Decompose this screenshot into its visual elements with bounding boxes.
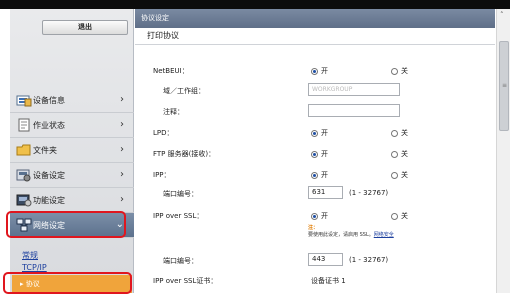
radio-empty-icon: [391, 67, 398, 75]
sidebar-item-network-settings[interactable]: 网络设定 ⌄: [10, 213, 134, 238]
ipp-ssl-cert-label: IPP over SSL证书：: [153, 277, 218, 285]
submenu-protocol-active[interactable]: ▸ 协议: [12, 275, 132, 293]
folder-icon: [16, 143, 32, 157]
main-panel: 协议设定 打印协议 NetBEUI： 开 关 域／工作组： WORKGROUP …: [135, 9, 495, 293]
ftp-on-radio[interactable]: 开: [311, 149, 328, 159]
chevron-down-icon: ⌄: [115, 219, 124, 230]
ipp-port-input[interactable]: 631: [308, 186, 343, 199]
row-ipp-ssl-cert: IPP over SSL证书： 设备证书 1: [135, 273, 495, 291]
job-status-icon: [16, 118, 32, 132]
chevron-right-icon: ›: [120, 144, 124, 155]
row-lpd: LPD： 开 关: [135, 125, 495, 143]
row-ftp: FTP 服务器(接收)： 开 关: [135, 146, 495, 164]
ipp-ssl-cert-value: 设备证书 1: [311, 277, 346, 285]
chevron-right-icon: ›: [120, 119, 124, 130]
domain-input[interactable]: WORKGROUP: [308, 83, 400, 96]
section-title: 打印协议: [135, 28, 495, 45]
sidebar-item-label: 文件夹: [33, 145, 57, 155]
ftp-label: FTP 服务器(接收)：: [153, 150, 216, 158]
sidebar-item-function-settings[interactable]: 功能设定 ›: [10, 188, 134, 213]
submenu-protocol-label: 协议: [25, 280, 40, 288]
ipp-label: IPP：: [153, 171, 171, 179]
sidebar-item-label: 设备设定: [33, 170, 65, 180]
ipp-ssl-port-input[interactable]: 443: [308, 253, 343, 266]
row-ipp: IPP： 开 关: [135, 167, 495, 185]
row-comment: 注释：: [135, 104, 495, 122]
row-netbeui: NetBEUI： 开 关: [135, 63, 495, 81]
radio-selected-icon: [311, 67, 318, 75]
row-ipp-ssl-port: 端口编号： 443 (1 - 32767): [135, 253, 495, 271]
radio-selected-icon: [311, 129, 318, 137]
left-margin: [0, 9, 10, 293]
ipp-on-radio[interactable]: 开: [311, 170, 328, 180]
scroll-thumb[interactable]: ≡: [499, 41, 509, 131]
lpd-off-radio[interactable]: 关: [391, 128, 408, 138]
device-settings-icon: [16, 168, 32, 182]
radio-selected-icon: [311, 150, 318, 158]
submenu-general-link[interactable]: 常规: [10, 250, 134, 263]
page-title: 协议设定: [135, 9, 495, 28]
radio-empty-icon: [391, 171, 398, 179]
function-settings-icon: [16, 193, 32, 207]
domain-label: 域／工作组：: [163, 87, 205, 95]
radio-empty-icon: [391, 150, 398, 158]
radio-empty-icon: [391, 129, 398, 137]
network-submenu: 常规 TCP/IP: [10, 250, 134, 276]
comment-label: 注释：: [163, 108, 184, 116]
sidebar-item-label: 网络设定: [33, 220, 65, 230]
row-domain: 域／工作组： WORKGROUP: [135, 83, 495, 101]
netbeui-on-radio[interactable]: 开: [311, 66, 328, 76]
network-settings-icon: [16, 218, 32, 232]
ipp-ssl-note: 注： 要使用此设定，请启用 SSL。网络安全: [308, 224, 394, 238]
top-bar: [0, 0, 510, 9]
sidebar-item-folder[interactable]: 文件夹 ›: [10, 138, 134, 163]
ipp-port-range: (1 - 32767): [349, 189, 389, 197]
netbeui-off-radio[interactable]: 关: [391, 66, 408, 76]
sidebar-item-device-info[interactable]: 设备信息 ›: [10, 88, 134, 113]
device-info-icon: [16, 93, 32, 107]
lpd-on-radio[interactable]: 开: [311, 128, 328, 138]
network-security-link[interactable]: 网络安全: [374, 232, 394, 238]
ipp-ssl-port-label: 端口编号：: [163, 257, 198, 265]
logout-button[interactable]: 退出: [42, 20, 128, 35]
chevron-right-icon: ›: [120, 94, 124, 105]
row-ipp-port: 端口编号： 631 (1 - 32767): [135, 186, 495, 204]
note-prefix: 注：: [308, 225, 319, 231]
chevron-right-icon: ›: [120, 169, 124, 180]
vertical-scrollbar[interactable]: ˄ ≡: [496, 9, 510, 293]
radio-selected-icon: [311, 212, 318, 220]
logout-area: 退出: [10, 9, 134, 47]
ipp-port-label: 端口编号：: [163, 190, 198, 198]
lpd-label: LPD：: [153, 129, 174, 137]
ipp-ssl-on-radio[interactable]: 开: [311, 211, 328, 221]
note-text: 要使用此设定，请启用 SSL。: [308, 232, 374, 238]
ipp-off-radio[interactable]: 关: [391, 170, 408, 180]
radio-selected-icon: [311, 171, 318, 179]
ipp-ssl-off-radio[interactable]: 关: [391, 211, 408, 221]
sidebar-item-label: 作业状态: [33, 120, 65, 130]
sidebar-item-label: 功能设定: [33, 195, 65, 205]
grip-icon: ≡: [502, 82, 508, 89]
radio-empty-icon: [391, 212, 398, 220]
sidebar-menu: 设备信息 › 作业状态 › 文件夹 › 设备设定 › 功能设定 › 网络设定 ⌄: [10, 88, 134, 238]
sidebar: 退出 设备信息 › 作业状态 › 文件夹 › 设备设定 › 功能设定 › 网络设…: [10, 9, 134, 293]
sidebar-item-device-settings[interactable]: 设备设定 ›: [10, 163, 134, 188]
chevron-right-icon: ›: [120, 194, 124, 205]
ipp-ssl-label: IPP over SSL：: [153, 212, 204, 220]
ipp-ssl-port-range: (1 - 32767): [349, 256, 389, 264]
scroll-up-icon[interactable]: ˄: [500, 11, 504, 19]
sidebar-item-label: 设备信息: [33, 95, 65, 105]
ftp-off-radio[interactable]: 关: [391, 149, 408, 159]
comment-input[interactable]: [308, 104, 400, 117]
sidebar-item-job-status[interactable]: 作业状态 ›: [10, 113, 134, 138]
netbeui-label: NetBEUI：: [153, 67, 189, 75]
